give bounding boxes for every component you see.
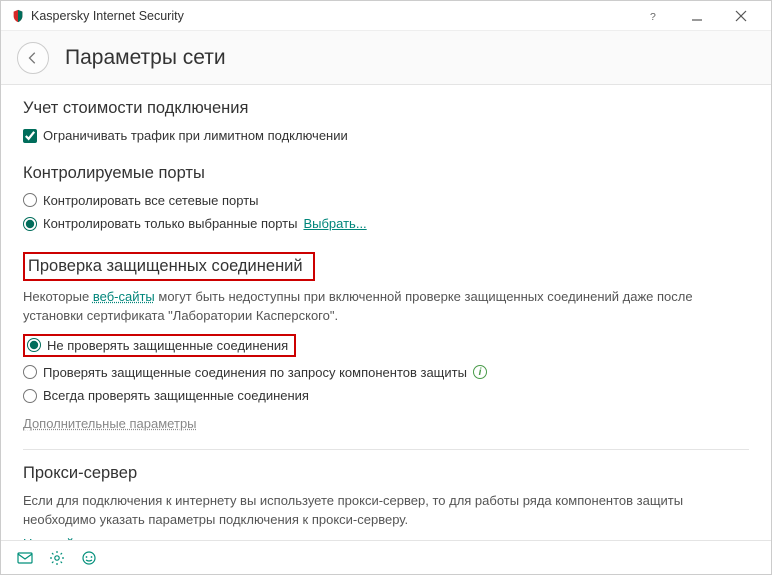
section-proxy: Прокси-сервер Если для подключения к инт… [23, 464, 749, 541]
highlight-secure-none: Не проверять защищенные соединения [23, 334, 296, 357]
secure-none-label[interactable]: Не проверять защищенные соединения [47, 338, 288, 353]
svg-text:?: ? [650, 10, 656, 21]
app-title: Kaspersky Internet Security [31, 9, 631, 23]
secure-always-radio[interactable] [23, 389, 37, 403]
back-button[interactable] [17, 42, 49, 74]
section-title-proxy: Прокси-сервер [23, 464, 749, 483]
ports-selected-radio[interactable] [23, 217, 37, 231]
section-connection-cost: Учет стоимости подключения Ограничивать … [23, 99, 749, 146]
websites-link[interactable]: веб-сайты [93, 289, 155, 304]
section-title-ports: Контролируемые порты [23, 164, 749, 183]
support-icon[interactable] [81, 550, 97, 566]
limit-traffic-label[interactable]: Ограничивать трафик при лимитном подключ… [43, 126, 348, 146]
ports-select-link[interactable]: Выбрать... [303, 214, 366, 234]
info-icon[interactable]: i [473, 365, 487, 379]
ports-selected-label[interactable]: Контролировать только выбранные порты [43, 214, 297, 234]
help-button[interactable]: ? [631, 2, 675, 30]
close-button[interactable] [719, 2, 763, 30]
secure-onrequest-label[interactable]: Проверять защищенные соединения по запро… [43, 363, 467, 383]
secure-none-radio[interactable] [27, 338, 41, 352]
page-title: Параметры сети [65, 46, 226, 70]
secure-onrequest-radio[interactable] [23, 365, 37, 379]
app-logo-icon [11, 9, 25, 23]
minimize-button[interactable] [675, 2, 719, 30]
secure-description: Некоторые веб-сайты могут быть недоступн… [23, 287, 749, 326]
divider [23, 449, 749, 450]
ports-all-label[interactable]: Контролировать все сетевые порты [43, 191, 259, 211]
limit-traffic-checkbox[interactable] [23, 129, 37, 143]
proxy-description: Если для подключения к интернету вы испо… [23, 491, 749, 530]
section-title-cost: Учет стоимости подключения [23, 99, 749, 118]
section-title-secure: Проверка защищенных соединений [28, 257, 303, 276]
ports-all-radio[interactable] [23, 193, 37, 207]
section-secure-connections: Проверка защищенных соединений Некоторые… [23, 252, 749, 431]
mail-icon[interactable] [17, 550, 33, 566]
highlight-secure-title: Проверка защищенных соединений [23, 252, 315, 281]
gear-icon[interactable] [49, 550, 65, 566]
secure-always-label[interactable]: Всегда проверять защищенные соединения [43, 386, 309, 406]
advanced-params-link[interactable]: Дополнительные параметры [23, 416, 197, 431]
section-ports: Контролируемые порты Контролировать все … [23, 164, 749, 234]
